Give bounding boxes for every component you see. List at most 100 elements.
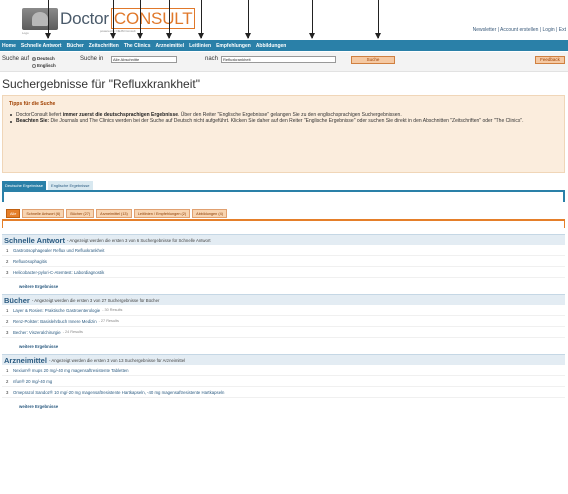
tips-heading: Tipps für die Suche bbox=[9, 101, 56, 107]
result-link[interactable]: Nexium® mups 20 mg/-40 mg magensaftresis… bbox=[13, 368, 129, 373]
search-input[interactable]: Refluxkrankheit bbox=[221, 56, 336, 63]
result-number: 2 bbox=[6, 258, 9, 264]
search-button[interactable]: Suche bbox=[351, 56, 395, 64]
tip-item: Beachten Sie: Die Journals und The Clini… bbox=[9, 118, 558, 124]
filter-panel bbox=[2, 221, 565, 228]
result-count: - 27 Results bbox=[98, 319, 119, 323]
nav-item[interactable]: Empfehlungen bbox=[216, 43, 251, 49]
tip-text: Die Journals und The Clinics werden bei … bbox=[49, 118, 524, 125]
tab-englische-ergebnisse[interactable]: Englische Ergebnisse bbox=[48, 181, 93, 190]
result-link[interactable]: nfun® 20 mg/-40 mg bbox=[13, 379, 52, 384]
section-title[interactable]: Arzneimittel bbox=[4, 356, 47, 365]
logo-caption: Logo bbox=[22, 31, 29, 35]
section-title[interactable]: Schnelle Antwort bbox=[4, 236, 65, 245]
nav-item[interactable]: Zeitschriften bbox=[89, 43, 119, 49]
radio-deutsch[interactable]: Deutsch bbox=[32, 56, 55, 61]
search-tips: Tipps für die Suche DoctorConsult liefer… bbox=[2, 95, 565, 173]
brand-part-2: CONSULT bbox=[110, 8, 196, 29]
result-number: 2 bbox=[6, 378, 9, 384]
section-description: - Angezeigt werden die ersten 3 von 27 S… bbox=[31, 297, 160, 303]
section-description: - Angezeigt werden die ersten 3 von 13 S… bbox=[48, 357, 186, 363]
brand-part-1: Doctor bbox=[60, 9, 109, 28]
result-number: 2 bbox=[6, 318, 9, 324]
page-title: Suchergebnisse für "Refluxkrankheit" bbox=[2, 77, 200, 91]
main-nav: Home Schnelle Antwort Bücher Zeitschriften T… bbox=[0, 40, 568, 51]
result-row: 1 Layer & Rosien: Praktische Gastroentero… bbox=[2, 305, 565, 316]
result-link[interactable]: Gastroösophagealer Reflux und Refluxkran… bbox=[13, 248, 104, 253]
result-section: Arzneimittel - Angezeigt werden die erst… bbox=[2, 354, 565, 414]
result-row: 1 Nexium® mups 20 mg/-40 mg magensaftresi… bbox=[2, 365, 565, 376]
filter-chip[interactable]: Arzneimittel (13) bbox=[96, 209, 132, 218]
search-in-label: Suche in bbox=[80, 56, 104, 62]
section-header: Bücher - Angezeigt werden die ersten 3 v… bbox=[2, 294, 565, 305]
filter-chip[interactable]: Leitlinien / Empfehlungen (2) bbox=[133, 209, 191, 218]
nav-item[interactable]: The Clinics bbox=[124, 43, 151, 49]
more-results-link[interactable]: weitere Ergebnisse bbox=[2, 338, 565, 354]
feedback-button[interactable]: Feedback bbox=[535, 56, 565, 64]
result-number: 3 bbox=[6, 389, 9, 395]
tip-bold: Beachten Sie: bbox=[16, 118, 50, 125]
tab-panel bbox=[2, 192, 565, 202]
result-link[interactable]: Helicobacter-pylori-C-Atemtest: Labordia… bbox=[13, 270, 104, 275]
result-link[interactable]: Omeprazol Sandoz® 10 mg/-20 mg magensaft… bbox=[13, 390, 224, 395]
filter-chip[interactable]: Schnelle Antwort (6) bbox=[22, 209, 65, 218]
after-label: nach bbox=[205, 56, 219, 62]
radio-deutsch-label: Deutsch bbox=[37, 56, 55, 61]
result-count: - 24 Results bbox=[62, 330, 83, 334]
top-links[interactable]: Newsletter | Account erstellen | Login |… bbox=[473, 27, 566, 33]
result-link[interactable]: Renz-Polster: Basislehrbuch Innere Mediz… bbox=[13, 319, 97, 324]
result-number: 1 bbox=[6, 307, 9, 313]
section-header: Arzneimittel - Angezeigt werden die erst… bbox=[2, 354, 565, 365]
nav-item[interactable]: Bücher bbox=[67, 43, 84, 49]
result-section: Schnelle Antwort - Angezeigt werden die … bbox=[2, 234, 565, 294]
more-results-link[interactable]: weitere Ergebnisse bbox=[2, 398, 565, 414]
result-count: - 30 Results bbox=[102, 308, 123, 312]
radio-englisch-label: Englisch bbox=[37, 63, 56, 68]
result-row: 3 Becher: Viszeralchirurgie - 24 Results bbox=[2, 327, 565, 338]
language-tabs: Deutsche Ergebnisse Englische Ergebnisse bbox=[2, 181, 95, 190]
result-row: 3 Omeprazol Sandoz® 10 mg/-20 mg magensaf… bbox=[2, 387, 565, 398]
tab-deutsche-ergebnisse[interactable]: Deutsche Ergebnisse bbox=[2, 181, 47, 190]
filter-chip[interactable]: Bücher (27) bbox=[66, 209, 95, 218]
tip-bold: immer zuerst die deutschsprachigen Ergeb… bbox=[62, 112, 179, 118]
radio-empty-icon bbox=[32, 64, 36, 68]
result-row: 2 Renz-Polster: Basislehrbuch Innere Medi… bbox=[2, 316, 565, 327]
nav-item[interactable]: Abbildungen bbox=[256, 43, 287, 49]
powered-by: powered by NEJM Consult bbox=[100, 29, 136, 33]
result-link[interactable]: Refluxösophagitis bbox=[13, 259, 47, 264]
category-filters: Alle Schnelle Antwort (6) Bücher (27) Arzne… bbox=[6, 209, 229, 218]
logo[interactable]: Logo bbox=[22, 8, 58, 35]
tip-text: . Über den Reiter "Englische Ergebnisse"… bbox=[178, 112, 402, 118]
result-row: 2 Refluxösophagitis bbox=[2, 256, 565, 267]
more-results-link[interactable]: weitere Ergebnisse bbox=[2, 278, 565, 294]
logo-image bbox=[22, 8, 58, 30]
result-row: 3 Helicobacter-pylori-C-Atemtest: Labordi… bbox=[2, 267, 565, 278]
results-list: Schnelle Antwort - Angezeigt werden die … bbox=[2, 234, 565, 494]
result-number: 1 bbox=[6, 247, 9, 253]
result-link[interactable]: Layer & Rosien: Praktische Gastroenterol… bbox=[13, 308, 100, 313]
filter-chip[interactable]: Abbildungen (4) bbox=[192, 209, 227, 218]
result-row: 1 Gastroösophagealer Reflux und Refluxkra… bbox=[2, 245, 565, 256]
search-bar: Suche auf Deutsch Englisch Suche in Alle… bbox=[0, 52, 568, 72]
filter-chip[interactable]: Alle bbox=[6, 209, 21, 218]
result-number: 3 bbox=[6, 269, 9, 275]
result-link[interactable]: Becher: Viszeralchirurgie bbox=[13, 330, 61, 335]
result-number: 1 bbox=[6, 367, 9, 373]
result-section: Bücher - Angezeigt werden die ersten 3 v… bbox=[2, 294, 565, 354]
nav-item[interactable]: Arzneimittel bbox=[156, 43, 185, 49]
nav-item[interactable]: Leitlinien bbox=[189, 43, 211, 49]
brand-name[interactable]: Doctor CONSULT bbox=[60, 8, 196, 29]
section-title[interactable]: Bücher bbox=[4, 296, 30, 305]
nav-item[interactable]: Home bbox=[2, 43, 16, 49]
section-header: Schnelle Antwort - Angezeigt werden die … bbox=[2, 234, 565, 245]
section-description: - Angezeigt werden die ersten 3 von 6 Su… bbox=[66, 237, 211, 243]
result-number: 3 bbox=[6, 329, 9, 335]
site-header: Logo Doctor CONSULT powered by NEJM Consu… bbox=[0, 0, 568, 38]
radio-selected-icon bbox=[32, 57, 36, 61]
radio-englisch[interactable]: Englisch bbox=[32, 63, 56, 68]
tip-text: DoctorConsult liefert bbox=[16, 112, 63, 118]
scope-select[interactable]: Alle Abschnitte bbox=[111, 56, 177, 63]
nav-item[interactable]: Schnelle Antwort bbox=[21, 43, 62, 49]
result-row: 2 nfun® 20 mg/-40 mg bbox=[2, 376, 565, 387]
search-on-label: Suche auf bbox=[2, 56, 30, 62]
